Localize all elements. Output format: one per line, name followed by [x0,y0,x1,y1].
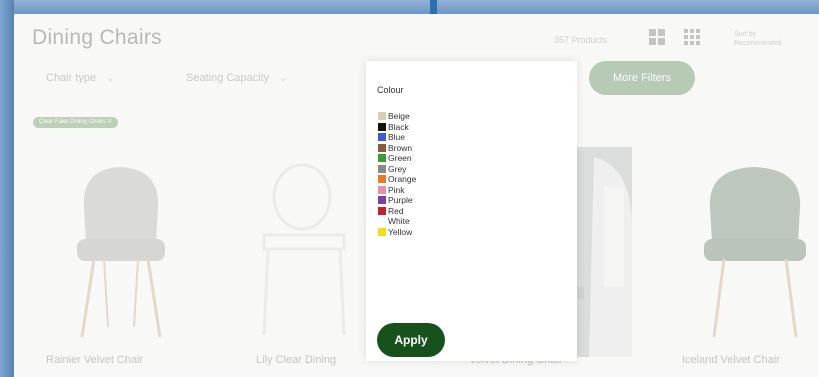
chair-type-label: Chair type [46,72,97,84]
colour-option-blue[interactable]: Blue [378,132,416,143]
product-count: 357 Products [554,35,608,45]
colour-option-label: Grey [388,163,407,174]
colour-option-orange[interactable]: Orange [378,174,416,185]
colour-option-label: Black [388,121,409,132]
chair-image [704,167,806,338]
clear-filter-tag[interactable]: Clear Fake Dining Chairs X [33,117,118,128]
seating-capacity-label: Seating Capacity [186,72,270,84]
colour-swatch[interactable] [378,143,386,152]
more-filters-button[interactable]: More Filters [589,61,695,95]
colour-option-beige[interactable]: Beige [378,111,416,122]
colour-swatch[interactable] [378,112,386,121]
colour-swatch[interactable] [378,122,386,131]
window-frame-left [0,0,14,377]
colour-swatch[interactable] [378,185,386,194]
colour-option-label: Pink [388,184,405,195]
colour-option-green[interactable]: Green [378,153,416,164]
grid-large-view-icon[interactable] [649,29,665,45]
product-listing-page: Dining Chairs 357 Products Sort by Recom… [14,14,819,377]
colour-option-black[interactable]: Black [378,122,416,133]
colour-swatch[interactable] [378,175,386,184]
colour-option-label: Beige [388,111,410,122]
chevron-down-icon: ⌄ [106,73,115,84]
colour-option-label: Brown [388,142,413,153]
grid-small-view-icon[interactable] [684,29,700,45]
colour-option-white[interactable]: White [378,216,416,227]
chair-image [77,167,165,338]
apply-button[interactable]: Apply [377,323,445,357]
colour-filter-panel: Colour Beige Black Blue Brown Green Grey Orang… [366,61,577,361]
colour-option-yellow[interactable]: Yellow [378,227,416,238]
window-frame-top [0,0,819,14]
colour-option-label: Yellow [388,226,413,237]
seating-capacity-filter[interactable]: Seating Capacity ⌄ [186,72,288,84]
chevron-down-icon: ⌄ [279,73,288,84]
colour-option-label: Purple [388,195,413,206]
product-card[interactable] [666,147,819,357]
colour-option-label: Red [388,205,404,216]
colour-swatch[interactable] [378,227,386,236]
colour-swatch[interactable] [378,217,386,226]
colour-swatch[interactable] [378,154,386,163]
colour-option-label: Green [388,153,412,164]
colour-option-grey[interactable]: Grey [378,164,416,175]
colour-option-label: White [388,216,410,227]
page-title: Dining Chairs [32,26,162,49]
colour-swatch[interactable] [378,164,386,173]
chair-type-filter[interactable]: Chair type ⌄ [46,72,115,84]
colour-option-purple[interactable]: Purple [378,195,416,206]
colour-swatch[interactable] [378,133,386,142]
colour-options-list: Beige Black Blue Brown Green Grey Orange Pink Pu… [378,111,416,237]
colour-swatch[interactable] [378,196,386,205]
product-name[interactable]: Iceland Velvet Chair [682,354,819,366]
colour-option-brown[interactable]: Brown [378,143,416,154]
colour-option-label: Orange [388,174,417,185]
colour-option-label: Blue [388,132,406,143]
sort-dropdown[interactable]: Sort by Recommended [734,30,804,48]
colour-option-pink[interactable]: Pink [378,185,416,196]
colour-panel-title: Colour [377,85,404,95]
colour-swatch[interactable] [378,206,386,215]
product-name[interactable]: Rainier Velvet Chair [46,354,226,366]
product-card[interactable] [32,147,210,357]
colour-option-red[interactable]: Red [378,206,416,217]
